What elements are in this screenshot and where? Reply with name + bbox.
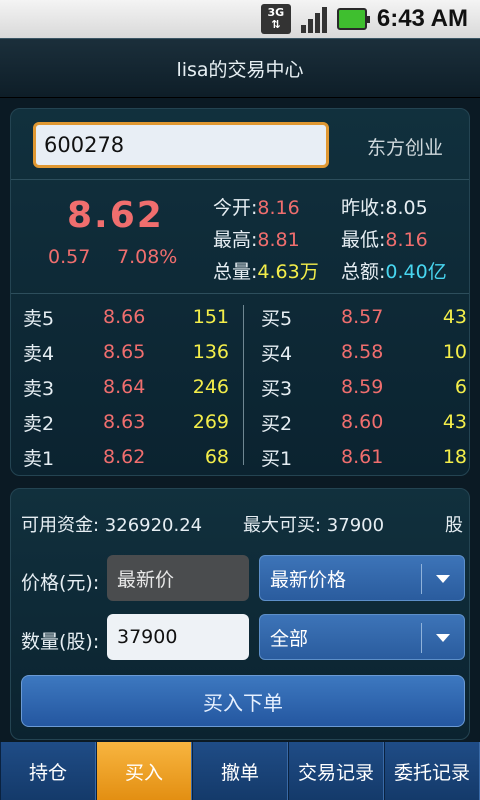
bid-row-4: 买4 8.58 10 bbox=[261, 341, 467, 365]
page-title: lisa的交易中心 bbox=[176, 58, 304, 81]
battery-icon bbox=[336, 8, 370, 30]
stat-open: 今开:8.16 bbox=[213, 197, 300, 219]
stat-volume: 总量:4.63万 bbox=[213, 261, 319, 283]
order-book-divider bbox=[243, 305, 244, 465]
quote-panel: 东方创业 8.62 0.57 7.08% 今开:8.16 昨收:8.05 最高:… bbox=[10, 108, 470, 476]
stock-code-input[interactable] bbox=[33, 122, 329, 168]
bid-row-3: 买3 8.59 6 bbox=[261, 376, 467, 400]
max-buy-unit: 股 bbox=[445, 515, 463, 536]
price-label: 价格(元): bbox=[21, 572, 100, 594]
chevron-down-icon bbox=[436, 575, 450, 583]
tab-positions[interactable]: 持仓 bbox=[0, 742, 96, 800]
divider bbox=[11, 293, 469, 294]
tab-order-history[interactable]: 委托记录 bbox=[384, 742, 480, 800]
available-funds: 可用资金: 326920.24 bbox=[21, 515, 203, 536]
bid-row-5: 买5 8.57 43 bbox=[261, 306, 467, 330]
current-price: 8.62 bbox=[67, 195, 164, 236]
divider bbox=[11, 179, 469, 180]
ask-row-2: 卖2 8.63 269 bbox=[23, 411, 229, 435]
status-bar: 3G ⇅ 6:43 AM bbox=[0, 0, 480, 38]
title-bar: lisa的交易中心 bbox=[0, 38, 480, 98]
quantity-label: 数量(股): bbox=[21, 631, 100, 653]
price-change: 0.57 bbox=[48, 246, 91, 268]
price-input[interactable]: 最新价 bbox=[107, 555, 249, 601]
buy-submit-button[interactable]: 买入下单 bbox=[21, 675, 465, 727]
quantity-input[interactable]: 37900 bbox=[107, 614, 249, 660]
stat-low: 最低:8.16 bbox=[341, 229, 428, 251]
stock-name: 东方创业 bbox=[366, 137, 443, 159]
bottom-tab-bar: 持仓 买入 撤单 交易记录 委托记录 bbox=[0, 742, 480, 800]
order-form-panel: 可用资金: 326920.24 最大可买: 37900 股 价格(元): 最新价… bbox=[10, 488, 470, 740]
chevron-down-icon bbox=[436, 634, 450, 642]
bid-row-2: 买2 8.60 43 bbox=[261, 411, 467, 435]
price-change-percent: 7.08% bbox=[117, 246, 178, 268]
signal-icon bbox=[300, 5, 327, 33]
bid-row-1: 买1 8.61 18 bbox=[261, 446, 467, 470]
tab-cancel-order[interactable]: 撤单 bbox=[192, 742, 288, 800]
stat-amount: 总额:0.40亿 bbox=[341, 261, 447, 283]
clock: 6:43 AM bbox=[376, 5, 468, 32]
price-type-select[interactable]: 最新价格 bbox=[259, 555, 465, 601]
ask-row-1: 卖1 8.62 68 bbox=[23, 446, 229, 470]
tab-buy[interactable]: 买入 bbox=[96, 742, 192, 800]
stat-high: 最高:8.81 bbox=[213, 229, 300, 251]
ask-row-3: 卖3 8.64 246 bbox=[23, 376, 229, 400]
max-buy: 最大可买: 37900 bbox=[243, 515, 385, 536]
stat-prev-close: 昨收:8.05 bbox=[341, 197, 428, 219]
tab-trade-history[interactable]: 交易记录 bbox=[288, 742, 384, 800]
network-3g-icon: 3G ⇅ bbox=[260, 4, 291, 34]
ask-row-4: 卖4 8.65 136 bbox=[23, 341, 229, 365]
ask-row-5: 卖5 8.66 151 bbox=[23, 306, 229, 330]
quantity-type-select[interactable]: 全部 bbox=[259, 614, 465, 660]
